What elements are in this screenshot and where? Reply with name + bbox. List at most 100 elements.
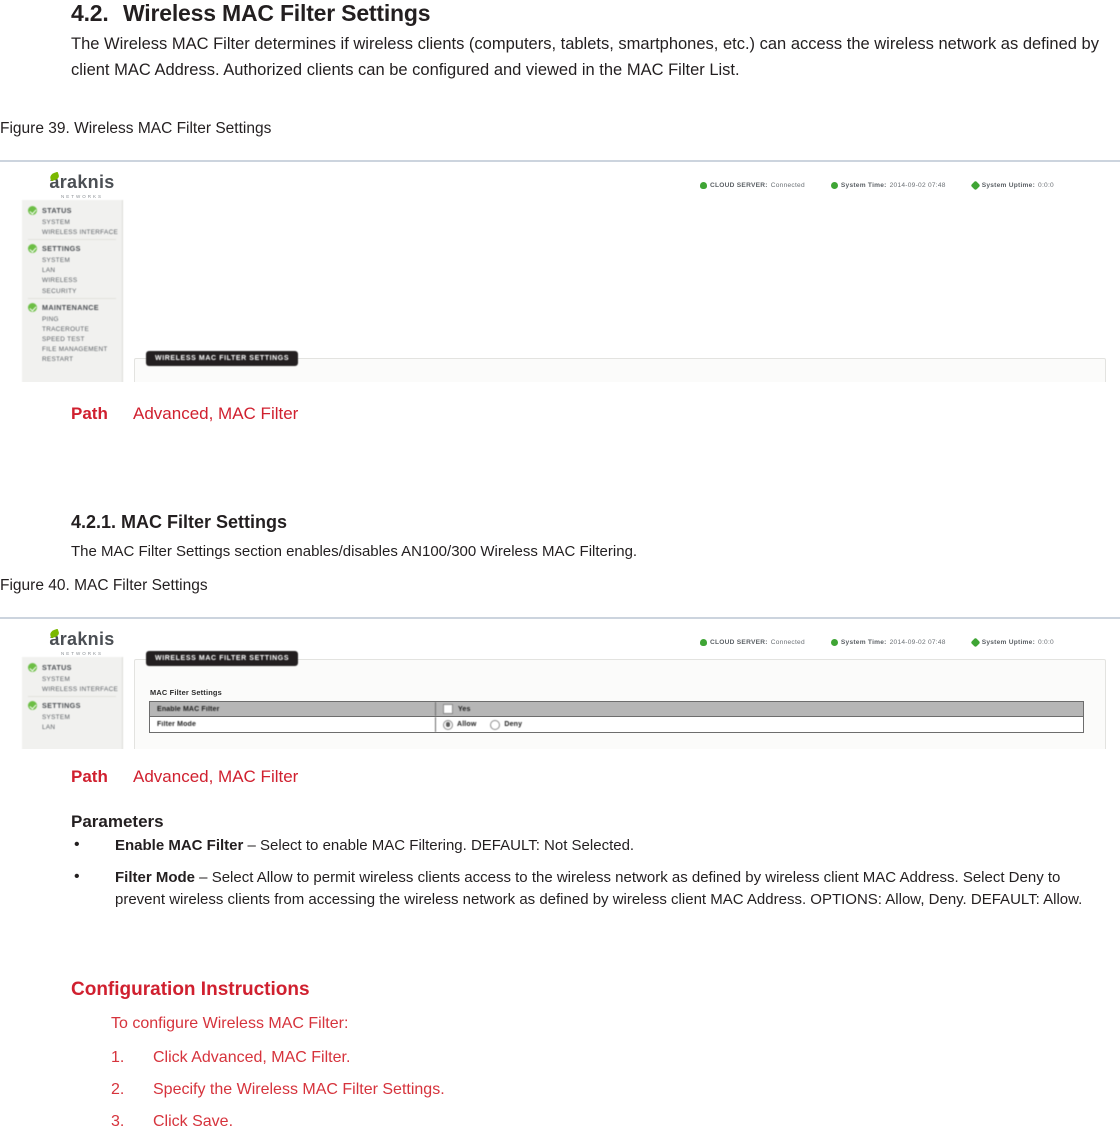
path-line-1: Path Advanced, MAC Filter	[71, 404, 298, 424]
sidebar-item-lan[interactable]: LAN	[22, 266, 122, 276]
parameters-heading: Parameters	[71, 812, 164, 831]
param-desc: – Select to enable MAC Filtering. DEFAUL…	[243, 837, 635, 854]
step-text: Click Advanced, MAC Filter.	[153, 1049, 351, 1066]
list-item: 2. Specify the Wireless MAC Filter Setti…	[111, 1074, 445, 1106]
bullet-icon: •	[74, 836, 80, 853]
sidebar-item-ping[interactable]: PING	[22, 314, 122, 324]
filter-mode-allow-radio[interactable]	[443, 719, 453, 730]
router-ui-canvas: araknis NETWORKS CLOUD SERVER: Connected…	[0, 619, 1120, 749]
sidebar-item-status-system[interactable]: SYSTEM	[22, 674, 122, 684]
path-label: Path	[71, 404, 108, 423]
clock-icon	[830, 639, 838, 646]
section-title: Wireless MAC Filter Settings	[123, 0, 431, 26]
enable-mac-filter-value: Yes	[458, 705, 471, 713]
step-text: Click Save.	[153, 1113, 234, 1130]
step-number: 2.	[111, 1081, 125, 1098]
config-steps-list: 1. Click Advanced, MAC Filter. 2. Specif…	[111, 1042, 445, 1138]
cloud-icon	[700, 182, 707, 189]
logo-wordmark: araknis	[49, 171, 115, 192]
filter-mode-field[interactable]: Allow Deny	[435, 717, 1083, 732]
araknis-logo: araknis NETWORKS	[30, 628, 134, 656]
sidebar-item-settings-system[interactable]: SYSTEM	[22, 255, 122, 265]
filter-mode-allow-label: Allow	[457, 721, 477, 728]
araknis-logo: araknis NETWORKS	[30, 171, 134, 199]
list-item: • Enable MAC Filter – Select to enable M…	[71, 835, 1101, 858]
enable-mac-filter-field[interactable]: Yes	[435, 702, 1083, 716]
check-circle-icon	[28, 206, 37, 215]
sidebar-item-speed-test[interactable]: SPEED TEST	[22, 335, 122, 345]
sidebar-group-status[interactable]: STATUS	[22, 661, 122, 674]
status-cloud-server: CLOUD SERVER: Connected	[700, 639, 805, 646]
param-term: Enable MAC Filter	[115, 837, 244, 854]
check-circle-icon	[28, 244, 37, 254]
figure-40-caption: Figure 40. MAC Filter Settings	[0, 577, 208, 594]
document-page: 4.2. Wireless MAC Filter Settings The Wir…	[0, 0, 1120, 1130]
clock-icon	[830, 182, 838, 189]
sidebar-group-status[interactable]: STATUS	[22, 204, 122, 217]
router-ui-canvas: araknis NETWORKS CLOUD SERVER: Connected…	[0, 162, 1120, 382]
filter-mode-label: Filter Mode	[157, 721, 196, 728]
config-instructions-heading: Configuration Instructions	[71, 979, 310, 1000]
check-circle-icon	[28, 303, 37, 313]
parameters-list: • Enable MAC Filter – Select to enable M…	[71, 835, 1101, 921]
router-sidebar: STATUS SYSTEM WIRELESS INTERFACE SETTING…	[22, 657, 123, 749]
uptime-icon	[970, 637, 981, 648]
step-number: 1.	[111, 1049, 125, 1066]
page-title: 4.2. Wireless MAC Filter Settings	[71, 0, 431, 27]
subsection-title: 4.2.1. MAC Filter Settings	[71, 512, 288, 532]
step-number: 3.	[111, 1113, 125, 1130]
table-row: Filter Mode Allow Deny	[150, 717, 1083, 732]
figure-40-screenshot: araknis NETWORKS CLOUD SERVER: Connected…	[0, 617, 1120, 749]
status-system-time: System Time: 2014-09-02 07:48	[830, 182, 946, 189]
step-text: Specify the Wireless MAC Filter Settings…	[153, 1081, 445, 1098]
router-sidebar: STATUS SYSTEM WIRELESS INTERFACE SETTING…	[22, 200, 123, 382]
sidebar-item-security[interactable]: SECURITY	[22, 286, 122, 296]
page-tab-title: WIRELESS MAC FILTER SETTINGS	[146, 651, 299, 666]
status-strip: CLOUD SERVER: Connected System Time: 201…	[700, 637, 1054, 648]
sidebar-divider	[28, 696, 116, 698]
sidebar-item-restart[interactable]: RESTART	[22, 355, 122, 365]
list-item: • Filter Mode – Select Allow to permit w…	[71, 867, 1101, 912]
page-tab-title: WIRELESS MAC FILTER SETTINGS	[146, 351, 299, 366]
sidebar-item-lan[interactable]: LAN	[22, 723, 122, 733]
sidebar-divider	[28, 239, 116, 241]
logo-subtext: NETWORKS	[60, 651, 103, 656]
table-row: Enable MAC Filter Yes	[150, 702, 1083, 717]
uptime-icon	[970, 180, 981, 191]
mac-filter-settings-label: MAC Filter Settings	[150, 688, 222, 697]
filter-mode-deny-radio[interactable]	[490, 719, 501, 730]
path-value: Advanced, MAC Filter	[133, 404, 299, 423]
enable-mac-filter-label: Enable MAC Filter	[157, 705, 220, 713]
sidebar-group-settings[interactable]: SETTINGS	[22, 242, 122, 255]
logo-subtext: NETWORKS	[60, 194, 103, 199]
cloud-icon	[700, 639, 707, 646]
list-item: 3. Click Save.	[111, 1106, 445, 1138]
sidebar-group-maintenance[interactable]: MAINTENANCE	[22, 301, 122, 314]
path-line-2: Path Advanced, MAC Filter	[71, 767, 298, 787]
section-number: 4.2.	[71, 0, 109, 26]
sidebar-item-wireless-interface[interactable]: WIRELESS INTERFACE	[22, 227, 122, 237]
check-circle-icon	[28, 701, 37, 711]
check-circle-icon	[28, 663, 37, 672]
config-instructions-lead: To configure Wireless MAC Filter:	[111, 1015, 349, 1032]
filter-mode-deny-label: Deny	[504, 721, 523, 728]
sidebar-group-settings[interactable]: SETTINGS	[22, 699, 122, 712]
list-item: 1. Click Advanced, MAC Filter.	[111, 1042, 445, 1074]
status-system-uptime: System Uptime: 0:0:0	[970, 637, 1054, 648]
status-system-time: System Time: 2014-09-02 07:48	[830, 639, 946, 646]
figure-39-screenshot: araknis NETWORKS CLOUD SERVER: Connected…	[0, 160, 1120, 382]
status-strip: CLOUD SERVER: Connected System Time: 201…	[700, 180, 1054, 191]
sidebar-item-status-system[interactable]: SYSTEM	[22, 217, 122, 227]
figure-39-caption: Figure 39. Wireless MAC Filter Settings	[0, 120, 272, 137]
mac-filter-settings-table: Enable MAC Filter Yes Filter Mode Allow …	[149, 701, 1084, 733]
bullet-icon: •	[74, 867, 80, 885]
status-system-uptime: System Uptime: 0:0:0	[970, 180, 1054, 191]
sidebar-item-wireless[interactable]: WIRELESS	[22, 276, 122, 286]
sidebar-item-file-management[interactable]: FILE MANAGEMENT	[22, 345, 122, 355]
param-desc: – Select Allow to permit wireless client…	[115, 868, 1083, 909]
enable-mac-filter-checkbox[interactable]	[443, 704, 453, 714]
sidebar-item-wireless-interface[interactable]: WIRELESS INTERFACE	[22, 684, 122, 694]
sidebar-item-traceroute[interactable]: TRACEROUTE	[22, 324, 122, 334]
path-value: Advanced, MAC Filter	[133, 767, 299, 786]
sidebar-item-settings-system[interactable]: SYSTEM	[22, 712, 122, 722]
